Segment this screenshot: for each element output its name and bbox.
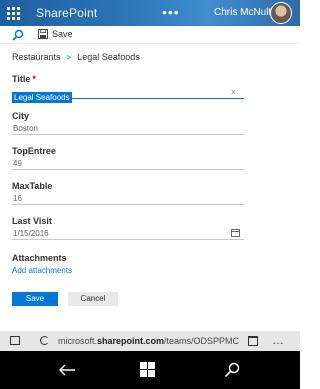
city-input[interactable]: Boston	[12, 123, 244, 135]
clear-icon[interactable]: ×	[231, 87, 236, 98]
url-domain: sharepoint.com	[97, 336, 165, 346]
breadcrumb-separator-icon: >	[66, 52, 72, 62]
title-input[interactable]: Legal Seafoods ×	[12, 87, 244, 103]
lastvisit-input[interactable]: 1/15/2016	[12, 228, 244, 240]
search-icon[interactable]	[12, 29, 24, 41]
phone-nav-bar	[0, 351, 300, 389]
search-icon[interactable]	[224, 362, 240, 378]
required-marker: *	[32, 74, 36, 84]
app-title[interactable]: SharePoint	[36, 6, 97, 20]
browser-more-icon[interactable]: …	[272, 333, 284, 347]
breadcrumb-current-item: Legal Seafoods	[77, 52, 140, 62]
user-name[interactable]: Chris McNulty	[214, 7, 276, 18]
maxtable-label: MaxTable	[12, 181, 53, 191]
browser-address-bar: microsoft.sharepoint.com/teams/ODSPPMC …	[0, 331, 300, 351]
reload-icon[interactable]	[40, 336, 49, 345]
lastvisit-label: Last Visit	[12, 216, 52, 226]
title-label: Title *	[12, 74, 36, 84]
title-input-value: Legal Seafoods	[12, 92, 72, 103]
avatar[interactable]	[270, 2, 292, 24]
maxtable-input[interactable]: 16	[12, 193, 244, 205]
attachments-label: Attachments	[12, 253, 67, 263]
topentree-label: TopEntree	[12, 146, 56, 156]
reading-view-icon[interactable]	[248, 336, 258, 346]
title-label-text: Title	[12, 74, 31, 84]
url-path: /teams/ODSPPMC	[164, 336, 240, 346]
topentree-input[interactable]: 49	[12, 158, 244, 170]
url-prefix: microsoft.	[58, 336, 98, 346]
url-field[interactable]: microsoft.sharepoint.com/teams/ODSPPMC	[58, 336, 239, 346]
windows-start-icon[interactable]	[140, 362, 155, 377]
save-command-button[interactable]: Save	[38, 29, 73, 39]
app-launcher-icon[interactable]	[0, 0, 26, 26]
suite-bar: SharePoint ••• Chris McNulty	[0, 0, 300, 26]
cancel-button[interactable]: Cancel	[68, 292, 118, 306]
add-attachments-link[interactable]: Add attachments	[12, 266, 72, 275]
command-bar: Save	[0, 26, 300, 44]
calendar-icon[interactable]	[231, 229, 240, 237]
save-icon	[38, 29, 48, 39]
lastvisit-value: 1/15/2016	[13, 229, 49, 238]
city-label: City	[12, 111, 30, 121]
breadcrumb-list-link[interactable]: Restaurants	[12, 52, 61, 62]
tabs-icon[interactable]	[10, 336, 20, 345]
save-button[interactable]: Save	[12, 292, 58, 306]
more-options-button[interactable]: •••	[162, 4, 180, 20]
breadcrumb: Restaurants > Legal Seafoods	[12, 52, 140, 62]
save-command-label: Save	[52, 29, 73, 39]
back-arrow-icon[interactable]	[58, 363, 76, 377]
